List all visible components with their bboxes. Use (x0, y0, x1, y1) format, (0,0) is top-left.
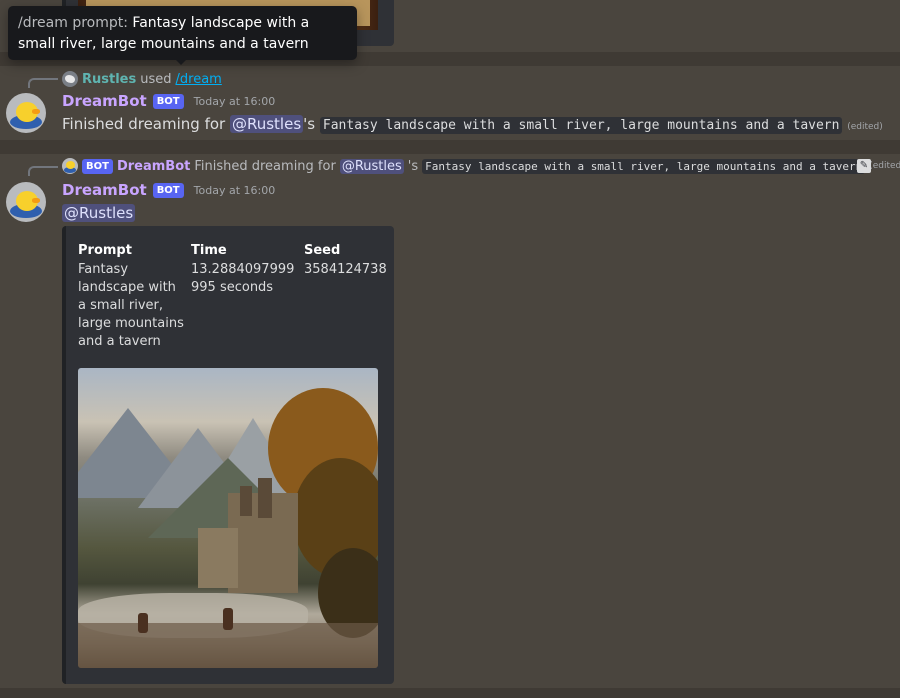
message-divider (0, 140, 900, 154)
reply-username[interactable]: Rustles (82, 72, 136, 87)
reply-prompt-code[interactable]: Fantasy landscape with a small river, la… (422, 158, 866, 174)
field-value: Fantasy landscape with a small river, la… (78, 262, 184, 349)
field-value: 13.2884097999995 seconds (191, 262, 295, 295)
message1-possessive: 's (303, 115, 316, 133)
tooltip-arrow (176, 60, 186, 65)
message1-timestamp[interactable]: Today at 16:00 (194, 95, 276, 108)
message2-author[interactable]: DreamBot (62, 181, 147, 199)
tooltip-label: /dream prompt: (18, 15, 128, 31)
message1-edited: (edited) (847, 122, 883, 132)
reply-edited: (edited) (869, 161, 900, 171)
rustles-avatar-small[interactable] (62, 71, 78, 87)
reply-text[interactable]: Finished dreaming for (194, 159, 335, 174)
pencil-icon[interactable]: ✎ (857, 159, 871, 173)
reply-context[interactable]: BOT DreamBot Finished dreaming for @Rust… (62, 158, 900, 174)
field-value: 3584124738 (304, 262, 387, 277)
embed-field-prompt: Prompt Fantasy landscape with a small ri… (78, 243, 188, 351)
reply-spine (28, 166, 58, 176)
message2-header: DreamBot BOT Today at 16:00 (62, 181, 275, 199)
reply-action: used (140, 71, 172, 87)
dreambot-avatar[interactable] (6, 182, 46, 222)
generated-image[interactable] (78, 368, 378, 668)
message2-content: @Rustles (62, 204, 136, 222)
message1-header: DreamBot BOT Today at 16:00 (62, 92, 275, 110)
message-divider (0, 688, 900, 698)
command-tooltip: /dream prompt: Fantasy landscape with a … (8, 6, 357, 60)
field-name: Time (191, 243, 227, 258)
message1-bot-tag: BOT (152, 93, 184, 109)
message2-bot-tag: BOT (152, 182, 184, 198)
dreambot-avatar[interactable] (6, 93, 46, 133)
field-name: Prompt (78, 243, 132, 258)
message2-timestamp[interactable]: Today at 16:00 (194, 184, 276, 197)
message1-content: Finished dreaming for @Rustles's Fantasy… (62, 115, 883, 134)
reply-bot-tag: BOT (82, 158, 113, 174)
field-name: Seed (304, 243, 341, 258)
reply-author[interactable]: DreamBot (117, 159, 190, 174)
reply-spine (28, 78, 58, 88)
embed-field-seed: Seed 3584124738 (304, 243, 387, 279)
dreambot-avatar-small[interactable] (62, 158, 78, 174)
message2-mention[interactable]: @Rustles (62, 204, 136, 222)
message1-author[interactable]: DreamBot (62, 92, 147, 110)
message1-prompt-code: Fantasy landscape with a small river, la… (319, 117, 843, 134)
message1-text: Finished dreaming for (62, 115, 226, 133)
reply-possessive: 's (407, 158, 419, 174)
message1-mention[interactable]: @Rustles (229, 115, 304, 133)
reply-command-link[interactable]: /dream (176, 72, 222, 87)
reply-context[interactable]: Rustles used /dream (62, 71, 222, 87)
embed-field-time: Time 13.2884097999995 seconds (191, 243, 299, 297)
reply-mention[interactable]: @Rustles (339, 158, 404, 174)
